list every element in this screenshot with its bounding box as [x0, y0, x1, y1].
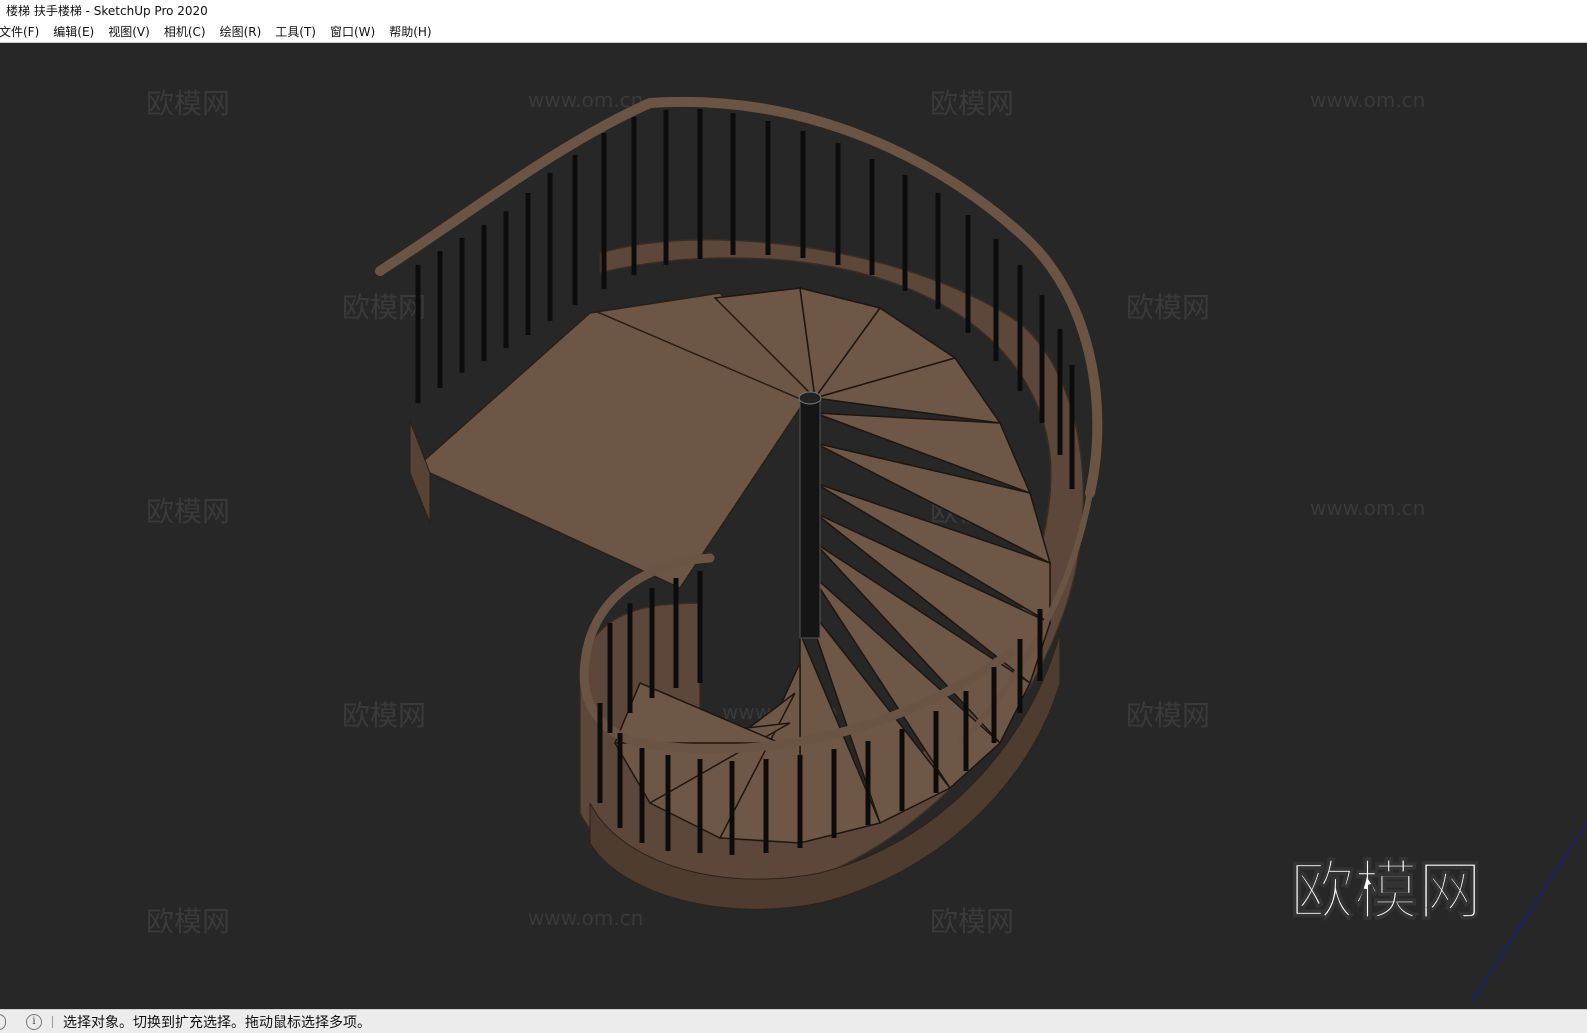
viewport-canvas[interactable]: 欧模网 www.om.cn 欧模网 www.om.cn 欧模网 www.om.c… — [0, 43, 1587, 1009]
brand-logo: 欧模网 — [1290, 855, 1482, 929]
watermark-text: 欧模网 — [342, 291, 426, 324]
status-bar: i 选择对象。切换到扩充选择。拖动鼠标选择多项。 — [0, 1009, 1587, 1033]
landing-side — [409, 420, 431, 524]
menu-view[interactable]: 视图(V) — [101, 23, 157, 42]
watermark-text: 欧模网 — [930, 905, 1014, 938]
window-title-bar: 楼梯 扶手楼梯 - SketchUp Pro 2020 — [0, 0, 1587, 22]
spiral-staircase-model[interactable] — [375, 97, 1103, 910]
watermark-text: www.om.cn — [1310, 88, 1425, 112]
status-divider — [52, 1015, 53, 1028]
watermark-text: 欧模网 — [1126, 291, 1210, 324]
watermark-text: www.om.cn — [528, 906, 643, 930]
watermark-text: 欧模网 — [342, 699, 426, 732]
watermark-text: 欧模网 — [146, 87, 230, 120]
menu-help[interactable]: 帮助(H) — [382, 23, 438, 42]
menu-camera[interactable]: 相机(C) — [157, 23, 213, 42]
window-title: 楼梯 扶手楼梯 - SketchUp Pro 2020 — [6, 4, 208, 18]
watermark-text: 欧模网 — [1126, 699, 1210, 732]
geo-location-icon[interactable] — [0, 1013, 6, 1030]
menu-file[interactable]: 文件(F) — [0, 23, 46, 42]
status-message: 选择对象。切换到扩充选择。拖动鼠标选择多项。 — [63, 1014, 371, 1031]
top-landing[interactable] — [408, 292, 811, 589]
model-viewport[interactable]: 欧模网 www.om.cn 欧模网 www.om.cn 欧模网 www.om.c… — [0, 43, 1587, 1009]
watermark-text: www.om.cn — [528, 88, 643, 112]
watermark-text: www.om.cn — [1310, 496, 1425, 520]
watermark-text: 欧模网 — [930, 87, 1014, 120]
menu-window[interactable]: 窗口(W) — [323, 23, 382, 42]
watermark-text: 欧模网 — [146, 905, 230, 938]
central-pole — [799, 397, 821, 639]
menu-edit[interactable]: 编辑(E) — [46, 23, 101, 42]
pole-cap — [798, 391, 822, 405]
axis-line — [1471, 822, 1587, 1002]
info-icon[interactable]: i — [26, 1013, 42, 1030]
menu-bar: 文件(F) 编辑(E) 视图(V) 相机(C) 绘图(R) 工具(T) 窗口(W… — [0, 22, 1587, 43]
menu-draw[interactable]: 绘图(R) — [213, 23, 269, 42]
menu-tools[interactable]: 工具(T) — [268, 23, 323, 42]
watermark-text: 欧模网 — [146, 495, 230, 528]
